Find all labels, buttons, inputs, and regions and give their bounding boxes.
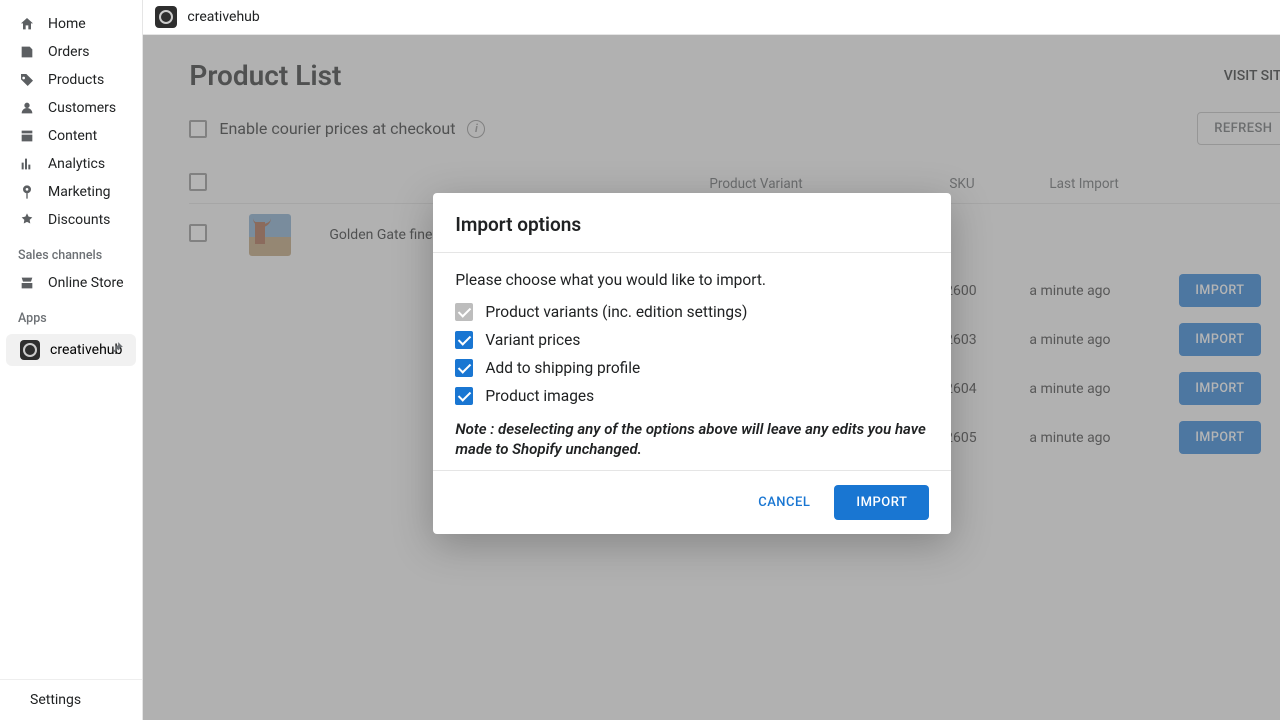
nav-label: Marketing xyxy=(48,184,111,200)
content-icon xyxy=(18,127,36,145)
nav-label: Content xyxy=(48,128,97,144)
dialog-title: Import options xyxy=(455,213,929,236)
import-options-dialog: Import options Please choose what you wo… xyxy=(433,193,951,534)
dialog-options: Product variants (inc. edition settings)… xyxy=(455,303,929,405)
home-icon xyxy=(18,15,36,33)
option-checkbox[interactable] xyxy=(455,331,473,349)
cancel-button[interactable]: CANCEL xyxy=(758,495,810,510)
section-label: Sales channels xyxy=(18,248,102,263)
dialog-option: Variant prices xyxy=(455,331,929,349)
option-checkbox[interactable] xyxy=(455,387,473,405)
nav-products[interactable]: Products xyxy=(0,66,142,94)
section-label: Apps xyxy=(18,311,47,326)
marketing-icon xyxy=(18,183,36,201)
nav-label: Home xyxy=(48,16,86,32)
pin-icon[interactable] xyxy=(110,341,124,359)
dialog-option: Product images xyxy=(455,387,929,405)
nav-home[interactable]: Home xyxy=(0,10,142,38)
main-column: creativehub Product List VISIT SITE Enab… xyxy=(143,0,1280,720)
dialog-option: Product variants (inc. edition settings) xyxy=(455,303,929,321)
discounts-icon xyxy=(18,211,36,229)
nav-content[interactable]: Content xyxy=(0,122,142,150)
nav-marketing[interactable]: Marketing xyxy=(0,178,142,206)
store-icon xyxy=(18,274,36,292)
option-label: Product images xyxy=(485,387,594,405)
topbar-title: creativehub xyxy=(187,9,259,25)
nav-label: Analytics xyxy=(48,156,105,172)
apps-header[interactable]: Apps xyxy=(0,297,142,332)
nav-label: Customers xyxy=(48,100,116,116)
analytics-icon xyxy=(18,155,36,173)
app-logo-icon xyxy=(20,340,40,360)
nav-customers[interactable]: Customers xyxy=(0,94,142,122)
topbar: creativehub xyxy=(143,0,1280,35)
nav-settings[interactable]: Settings xyxy=(0,679,142,720)
option-label: Product variants (inc. edition settings) xyxy=(485,303,747,321)
products-icon xyxy=(18,71,36,89)
sales-channels-header[interactable]: Sales channels xyxy=(0,234,142,269)
import-button[interactable]: IMPORT xyxy=(834,485,929,520)
nav-online-store[interactable]: Online Store xyxy=(0,269,142,297)
nav-list: Home Orders Products Customers Content A… xyxy=(0,0,142,234)
dialog-note: Note : deselecting any of the options ab… xyxy=(455,419,929,460)
option-label: Variant prices xyxy=(485,331,580,349)
app-creativehub[interactable]: creativehub xyxy=(6,334,136,366)
nav-orders[interactable]: Orders xyxy=(0,38,142,66)
nav-label: Online Store xyxy=(48,275,124,291)
option-label: Add to shipping profile xyxy=(485,359,640,377)
nav-discounts[interactable]: Discounts xyxy=(0,206,142,234)
option-checkbox[interactable] xyxy=(455,359,473,377)
dialog-lead: Please choose what you would like to imp… xyxy=(455,271,929,289)
orders-icon xyxy=(18,43,36,61)
customers-icon xyxy=(18,99,36,117)
nav-label: Orders xyxy=(48,44,90,60)
sidebar: Home Orders Products Customers Content A… xyxy=(0,0,143,720)
option-checkbox xyxy=(455,303,473,321)
nav-label: Products xyxy=(48,72,104,88)
app-logo-icon xyxy=(155,6,177,28)
nav-label: Discounts xyxy=(48,212,110,228)
settings-label: Settings xyxy=(30,692,81,708)
nav-analytics[interactable]: Analytics xyxy=(0,150,142,178)
dialog-option: Add to shipping profile xyxy=(455,359,929,377)
